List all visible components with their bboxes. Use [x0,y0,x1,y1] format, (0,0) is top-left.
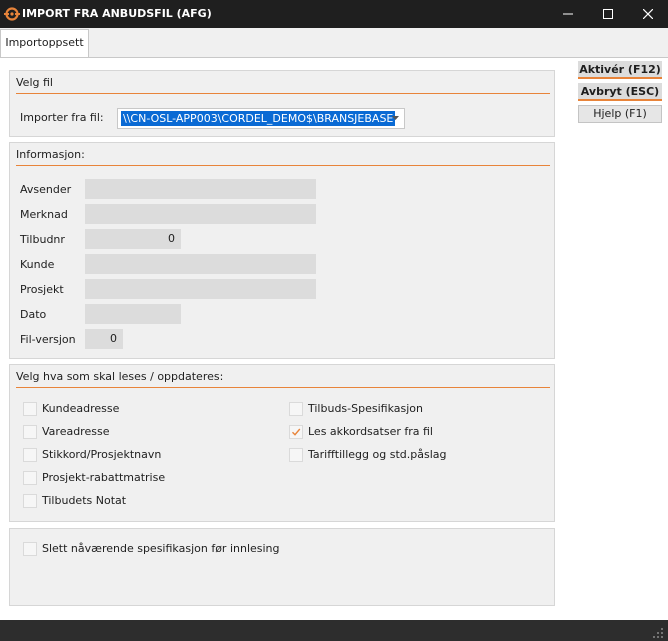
checkbox-label: Slett nåværende spesifikasjon før innles… [42,542,280,555]
tilbudnr-field: 0 [85,229,181,249]
kunde-label: Kunde [20,258,55,271]
velg-fil-panel: Velg fil Importer fra fil: \\CN-OSL-APP0… [9,70,555,137]
slett-panel: Slett nåværende spesifikasjon før innles… [9,528,555,606]
dato-label: Dato [20,308,47,321]
window-title: IMPORT FRA ANBUDSFIL (AFG) [22,7,212,20]
app-logo-icon [4,7,20,21]
checkbox-box-checked[interactable] [289,425,303,439]
fil-versjon-label: Fil-versjon [20,333,76,346]
minimize-button[interactable] [548,0,588,28]
kunde-field [85,254,316,274]
checkbox-label: Stikkord/Prosjektnavn [42,448,162,461]
tab-importoppsett[interactable]: Importoppsett [0,29,89,57]
prosjekt-label: Prosjekt [20,283,64,296]
close-button[interactable] [628,0,668,28]
checkbox-label: Les akkordsatser fra fil [308,425,433,438]
checkbox-label: Tilbuds-Spesifikasjon [308,402,423,415]
maximize-button[interactable] [588,0,628,28]
fil-versjon-field: 0 [85,329,123,349]
dato-field [85,304,181,324]
les-oppdater-title: Velg hva som skal leses / oppdateres: [16,370,550,388]
chevron-down-icon[interactable] [392,116,399,120]
importer-fra-fil-label: Importer fra fil: [20,111,104,124]
cancel-button[interactable]: Avbryt (ESC) [578,83,662,101]
checkbox-box[interactable] [23,542,37,556]
checkbox-label: Vareadresse [42,425,110,438]
close-icon [643,9,653,19]
checkbox-box[interactable] [23,494,37,508]
merknad-field [85,204,316,224]
import-file-combobox[interactable]: \\CN-OSL-APP003\CORDEL_DEMO$\BRANSJEBASE [117,108,405,129]
maximize-icon [603,9,613,19]
checkbox-box[interactable] [23,448,37,462]
merknad-label: Merknad [20,208,68,221]
prosjekt-field [85,279,316,299]
checkbox-box[interactable] [23,425,37,439]
checkbox-label: Tilbudets Notat [42,494,127,507]
informasjon-panel: Informasjon: Avsender Merknad Tilbudnr 0… [9,142,555,359]
checkbox-label: Kundeadresse [42,402,120,415]
checkbox-box[interactable] [23,402,37,416]
tab-strip: Importoppsett [0,28,668,58]
title-bar: IMPORT FRA ANBUDSFIL (AFG) [0,0,668,28]
main-area: Velg fil Importer fra fil: \\CN-OSL-APP0… [0,58,668,620]
les-oppdater-panel: Velg hva som skal leses / oppdateres: Ku… [9,364,555,522]
avsender-label: Avsender [20,183,72,196]
import-file-value: \\CN-OSL-APP003\CORDEL_DEMO$\BRANSJEBASE [121,111,396,126]
status-bar [0,620,668,641]
tilbudnr-label: Tilbudnr [20,233,65,246]
checkbox-box[interactable] [289,448,303,462]
checkbox-label: Prosjekt-rabattmatrise [42,471,166,484]
avsender-field [85,179,316,199]
checkmark-icon [292,428,301,436]
checkbox-label: Tarifftillegg og std.påslag [308,448,447,461]
minimize-icon [563,13,573,15]
help-button[interactable]: Hjelp (F1) [578,105,662,123]
informasjon-title: Informasjon: [16,148,550,166]
checkbox-box[interactable] [23,471,37,485]
velg-fil-title: Velg fil [16,76,550,94]
resize-grip-icon[interactable] [650,625,664,639]
activate-button[interactable]: Aktivér (F12) [578,61,662,79]
checkbox-box[interactable] [289,402,303,416]
